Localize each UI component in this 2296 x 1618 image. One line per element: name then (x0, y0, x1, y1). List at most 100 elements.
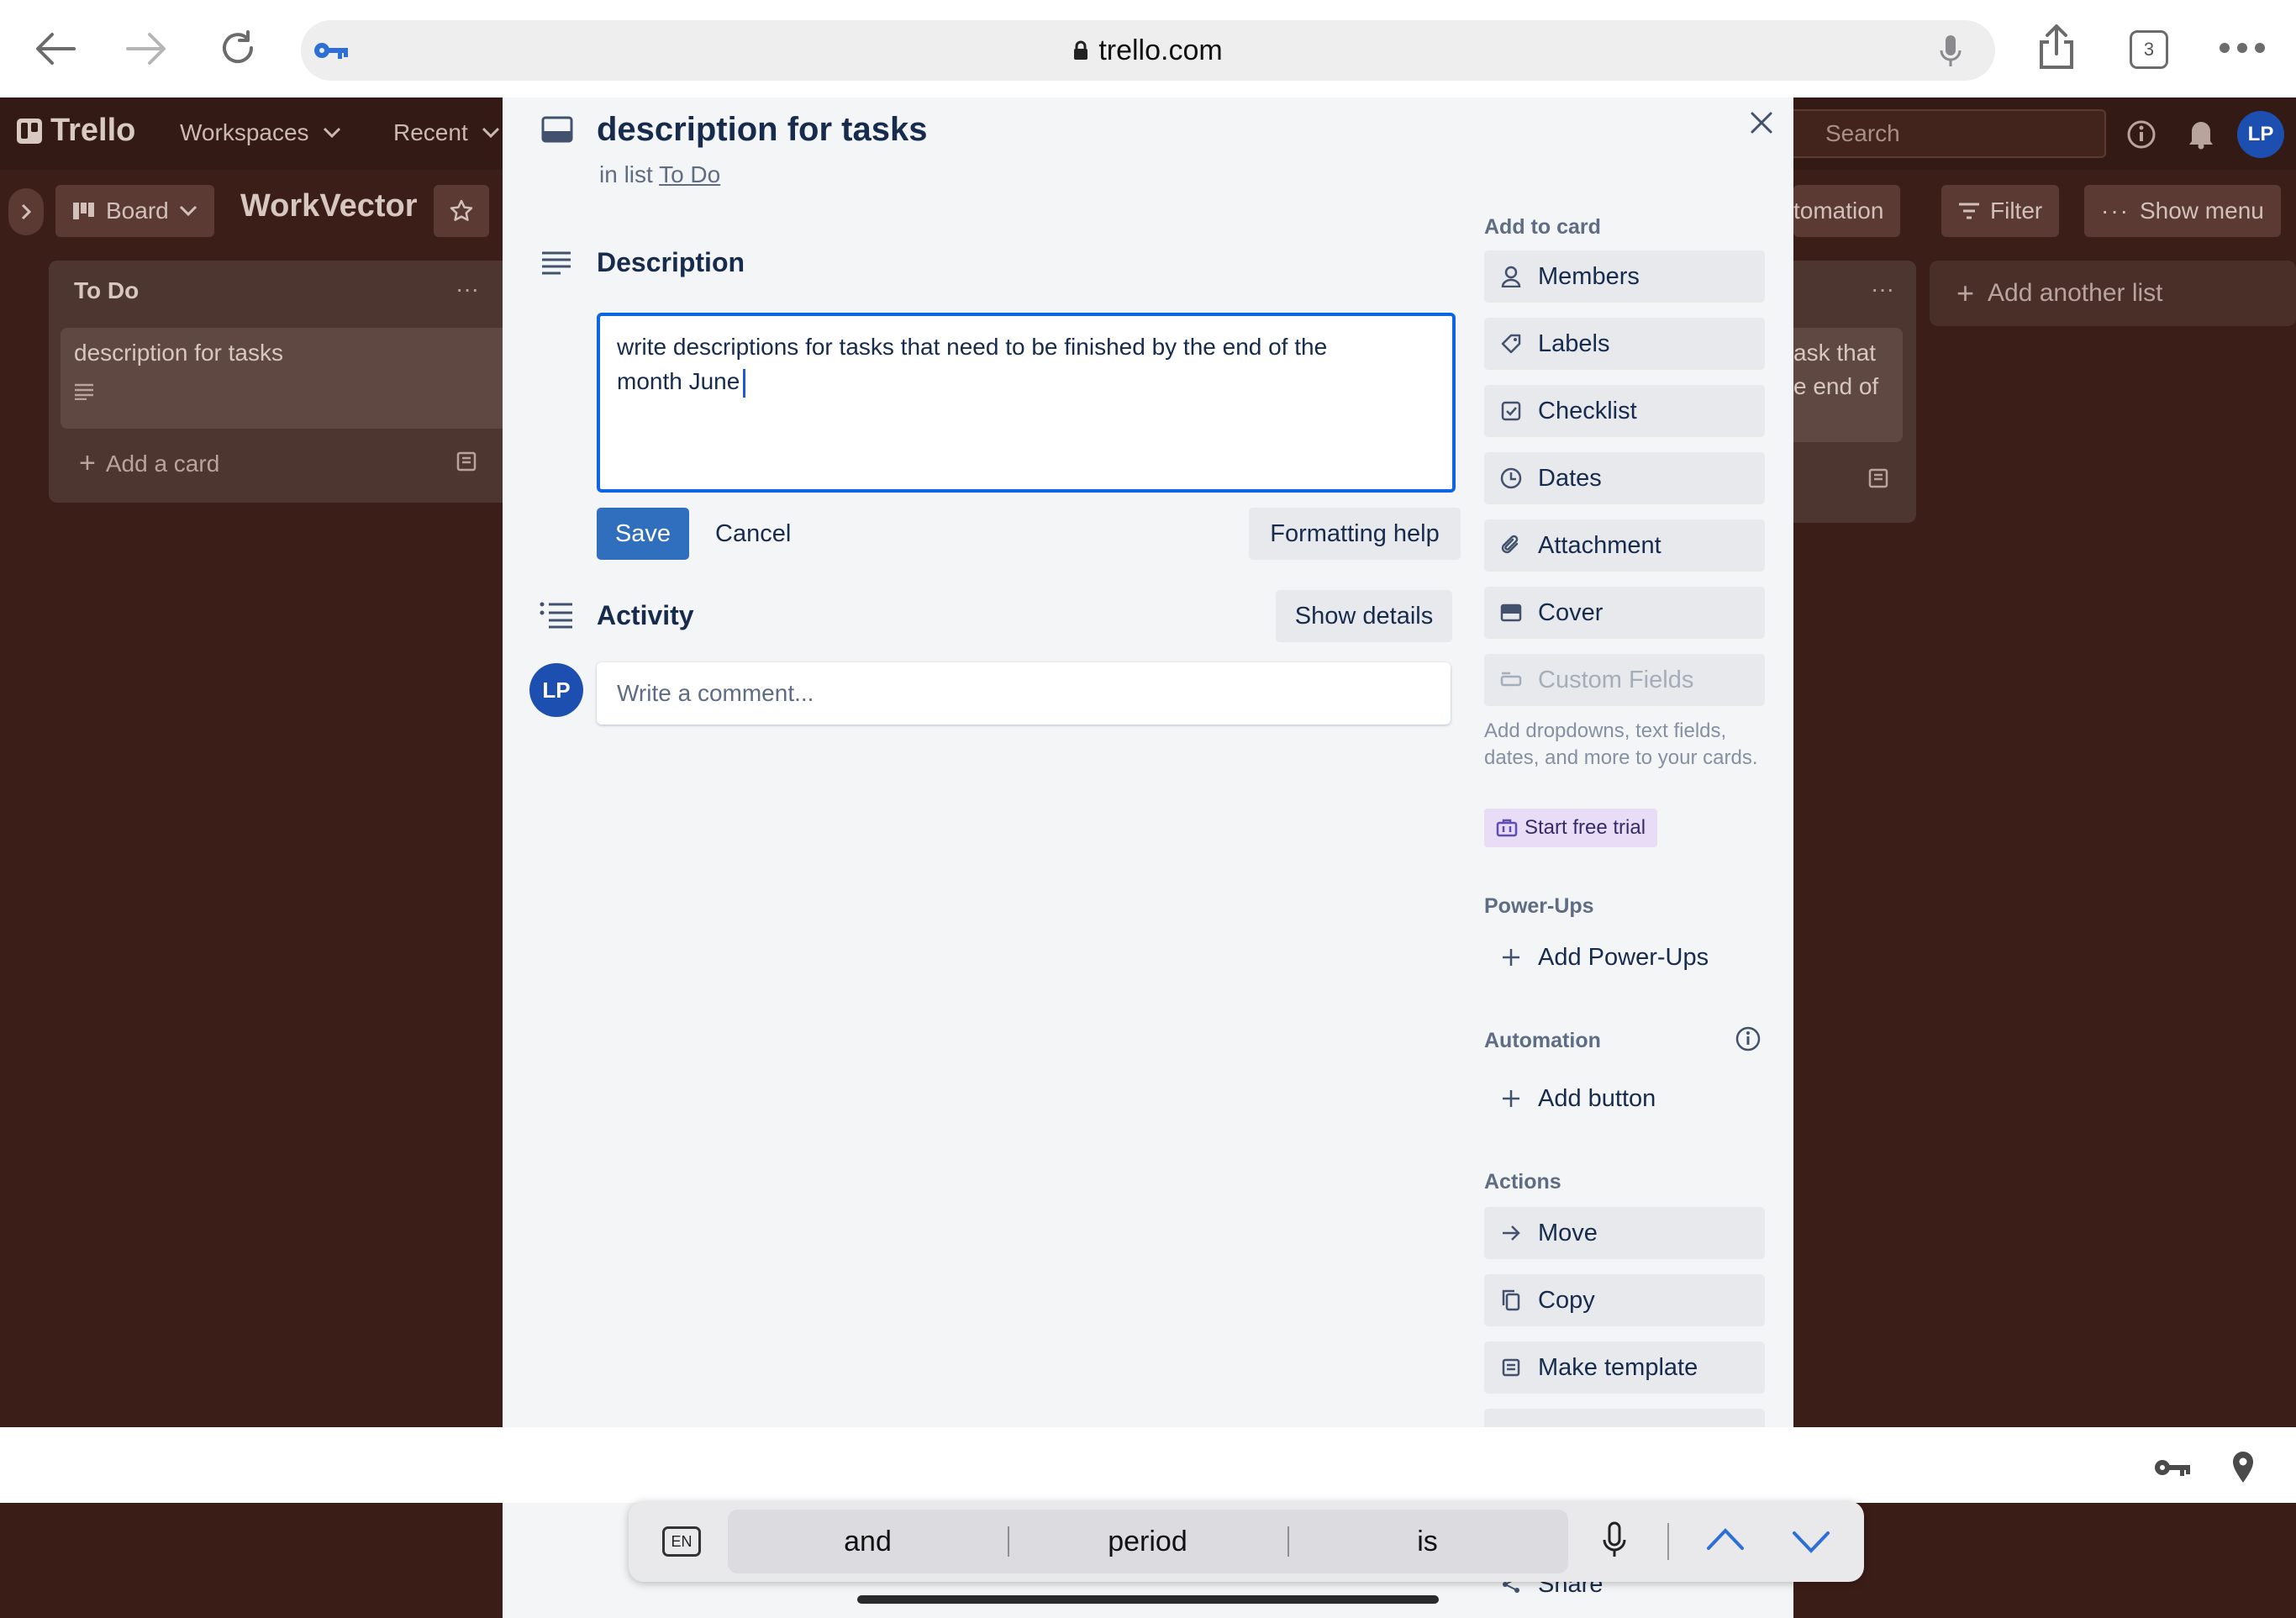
address-bar[interactable]: trello.com (301, 20, 1995, 81)
add-automation-button[interactable]: Add button (1484, 1073, 1765, 1125)
forward-button[interactable] (121, 25, 171, 72)
comment-input[interactable]: Write a comment... (597, 662, 1451, 725)
start-free-trial-label: Start free trial (1525, 816, 1646, 839)
trello-logo-icon (17, 118, 42, 144)
card-text-line: ask that (1793, 340, 1877, 366)
password-key-icon[interactable] (2153, 1456, 2193, 1479)
plus-icon (1499, 1087, 1523, 1110)
share-icon[interactable] (2037, 24, 2076, 69)
more-options-icon[interactable] (2219, 42, 2266, 54)
custom-fields-button[interactable]: Custom Fields (1484, 654, 1765, 706)
dictation-microphone-icon[interactable] (1602, 1521, 1627, 1560)
list-link[interactable]: To Do (659, 161, 720, 187)
chevron-right-icon (21, 203, 32, 220)
dates-label: Dates (1538, 464, 1602, 492)
list-to-do: To Do ··· description for tasks + Add a … (49, 261, 519, 503)
dates-button[interactable]: Dates (1484, 452, 1765, 504)
cover-button[interactable]: Cover (1484, 587, 1765, 639)
move-button[interactable]: Move (1484, 1207, 1765, 1259)
add-card-button[interactable]: + Add a card (79, 447, 219, 480)
description-textarea[interactable]: write descriptions for tasks that need t… (597, 313, 1456, 493)
board-view-button[interactable]: Board (55, 185, 214, 237)
card-list-info: in list To Do (599, 161, 720, 188)
automation-button[interactable]: tomation (1793, 185, 1901, 237)
labels-button[interactable]: Labels (1484, 318, 1765, 370)
user-avatar[interactable]: LP (2237, 111, 2284, 158)
checklist-button[interactable]: Checklist (1484, 385, 1765, 437)
workspaces-menu[interactable]: Workspaces (180, 119, 341, 146)
browser-toolbar: trello.com 3 (0, 0, 2296, 98)
comment-avatar: LP (529, 663, 583, 717)
microphone-icon[interactable] (1938, 34, 1963, 69)
card-template-icon[interactable] (456, 451, 477, 472)
activity-heading: Activity (597, 600, 694, 630)
card-description-for-tasks[interactable]: description for tasks (61, 328, 508, 429)
trello-logo[interactable]: Trello (17, 113, 135, 149)
copy-icon (1499, 1289, 1523, 1312)
close-icon (1751, 112, 1772, 134)
cover-icon (1499, 601, 1523, 625)
language-switch-button[interactable]: EN (662, 1526, 701, 1557)
reload-button[interactable] (213, 25, 264, 72)
close-modal-button[interactable] (1736, 98, 1787, 148)
attachment-button[interactable]: Attachment (1484, 519, 1765, 572)
plus-icon: + (79, 447, 96, 479)
list-menu-icon[interactable]: ··· (456, 276, 479, 303)
show-details-button[interactable]: Show details (1276, 590, 1452, 642)
card-title[interactable]: description for tasks (597, 111, 927, 149)
location-pin-icon[interactable] (2230, 1449, 2256, 1484)
attachment-label: Attachment (1538, 531, 1661, 559)
members-button[interactable]: Members (1484, 250, 1765, 303)
card-detail-modal: description for tasks in list To Do Desc… (503, 98, 1793, 1618)
description-text-line: write descriptions for tasks that need t… (617, 334, 1328, 360)
recent-menu[interactable]: Recent (393, 119, 500, 146)
automation-label: tomation (1793, 198, 1884, 224)
sidebar-toggle[interactable] (8, 188, 44, 235)
prediction-option[interactable]: and (728, 1510, 1008, 1573)
description-icon (542, 251, 571, 275)
person-icon (1499, 265, 1523, 288)
list-second: ··· ask that e end of (1793, 261, 1916, 523)
add-power-ups-button[interactable]: Add Power-Ups (1484, 931, 1765, 983)
home-indicator[interactable] (857, 1595, 1439, 1604)
formatting-help-button[interactable]: Formatting help (1249, 508, 1461, 560)
description-text-line-2: month June (617, 364, 1435, 398)
star-board-button[interactable] (434, 185, 489, 237)
start-free-trial-button[interactable]: Start free trial (1484, 809, 1658, 847)
notification-bell-icon[interactable] (2187, 118, 2215, 150)
info-icon[interactable] (1735, 1025, 1761, 1052)
comment-placeholder: Write a comment... (617, 680, 814, 706)
list-menu-icon[interactable]: ··· (1871, 276, 1894, 303)
list-title[interactable]: To Do (74, 277, 139, 304)
reload-icon (223, 30, 254, 64)
card-template-icon[interactable] (1867, 467, 1889, 489)
filter-label: Filter (1990, 198, 2043, 224)
add-another-list-button[interactable]: + Add another list (1930, 261, 2296, 326)
show-menu-button[interactable]: ··· Show menu (2084, 185, 2281, 237)
info-icon[interactable] (2126, 119, 2156, 150)
card-text-line: e end of (1793, 373, 1879, 399)
custom-fields-note: Add dropdowns, text fields, dates, and m… (1484, 719, 1758, 769)
description-heading: Description (597, 247, 745, 277)
chevron-down-icon[interactable] (1792, 1530, 1830, 1555)
trello-search[interactable]: Search (1773, 109, 2106, 158)
prediction-option[interactable]: is (1288, 1510, 1567, 1573)
checklist-icon (1499, 399, 1523, 423)
search-placeholder: Search (1825, 120, 1900, 146)
briefcase-icon (1496, 819, 1518, 837)
cancel-button[interactable]: Cancel (715, 508, 791, 560)
board-name[interactable]: WorkVector (240, 188, 417, 224)
make-template-button[interactable]: Make template (1484, 1341, 1765, 1394)
description-icon (75, 383, 93, 400)
back-button[interactable] (30, 25, 81, 72)
chevron-up-icon[interactable] (1706, 1526, 1745, 1552)
save-button[interactable]: Save (597, 508, 689, 560)
chevron-down-icon (323, 127, 340, 139)
card-partial[interactable]: ask that e end of (1793, 328, 1903, 442)
tabs-button[interactable]: 3 (2130, 30, 2168, 69)
prediction-option[interactable]: period (1008, 1510, 1288, 1573)
ellipsis-icon: ··· (2101, 198, 2130, 224)
copy-button[interactable]: Copy (1484, 1274, 1765, 1326)
filter-button[interactable]: Filter (1941, 185, 2060, 237)
template-icon (1499, 1356, 1523, 1379)
